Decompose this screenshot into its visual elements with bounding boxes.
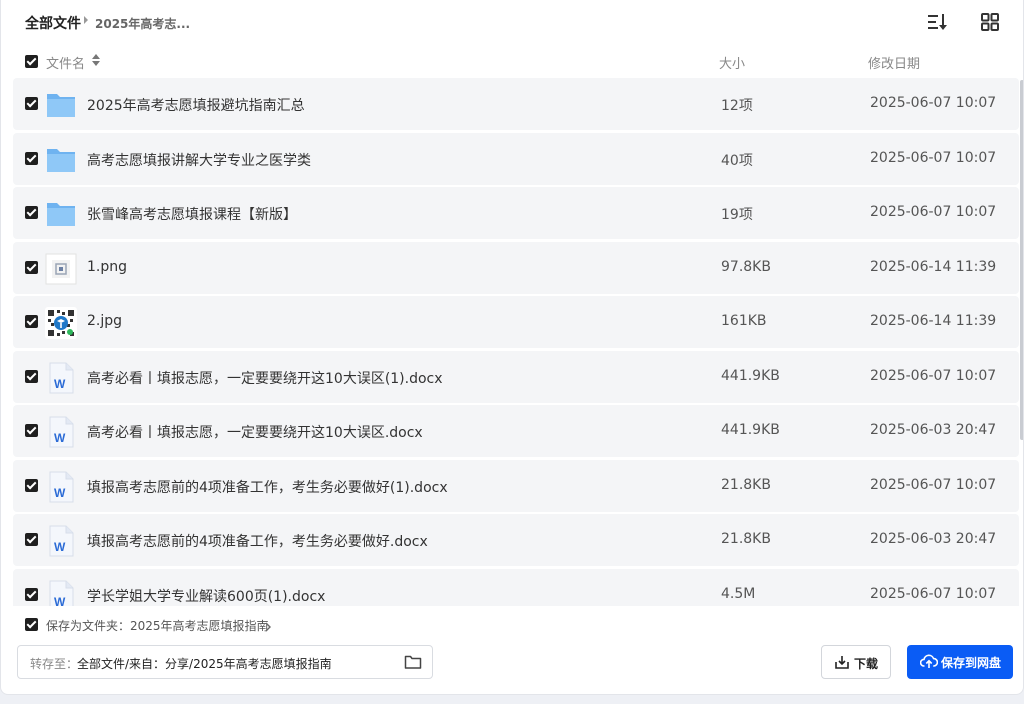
sort-icon[interactable] bbox=[925, 10, 949, 34]
file-row[interactable]: W 学长学姐大学专业解读600页(1).docx 4.5M 2025-06-07 10… bbox=[13, 568, 1019, 607]
save-to-drive-label: 保存到网盘 bbox=[941, 656, 1002, 670]
word-doc-icon: W bbox=[45, 471, 77, 503]
file-row-checkbox[interactable] bbox=[25, 369, 38, 383]
column-size-header: 大小 bbox=[719, 57, 746, 72]
svg-text:W: W bbox=[54, 595, 66, 607]
file-modified-date: 2025-06-07 10:07 bbox=[870, 585, 997, 602]
share-file-panel: 全部文件 2025年高考志... 文件名 大小 修改日期 2025年高考志愿填报… bbox=[0, 0, 1024, 695]
save-as-folder-checkbox[interactable] bbox=[25, 618, 38, 631]
file-row[interactable]: 1.png 97.8KB 2025-06-14 11:39 bbox=[13, 241, 1019, 294]
scrollbar-thumb[interactable] bbox=[1020, 80, 1023, 440]
file-name[interactable]: 高考必看丨填报志愿，一定要要绕开这10大误区(1).docx bbox=[87, 368, 443, 388]
column-name-header[interactable]: 文件名 bbox=[46, 53, 85, 72]
file-modified-date: 2025-06-07 10:07 bbox=[870, 149, 997, 166]
file-size: 12项 bbox=[721, 98, 753, 114]
file-row-checkbox[interactable] bbox=[25, 424, 38, 437]
file-row[interactable]: 高考志愿填报讲解大学专业之医学类 40项 2025-06-07 10:07 bbox=[13, 132, 1019, 185]
file-name[interactable]: 填报高考志愿前的4项准备工作，考生务必要做好(1).docx bbox=[87, 477, 448, 497]
file-name[interactable]: 高考必看丨填报志愿，一定要要绕开这10大误区.docx bbox=[87, 422, 423, 442]
svg-text:W: W bbox=[54, 540, 66, 554]
file-modified-date: 2025-06-03 20:47 bbox=[870, 531, 997, 547]
file-modified-date: 2025-06-07 10:07 bbox=[870, 95, 997, 111]
file-size: 19项 bbox=[721, 207, 753, 223]
file-row[interactable]: 张雪峰高考志愿填报课程【新版】 19项 2025-06-07 10:07 bbox=[13, 187, 1019, 239]
file-size: 441.9KB bbox=[721, 422, 780, 438]
file-name[interactable]: 张雪峰高考志愿填报课程【新版】 bbox=[87, 204, 297, 224]
file-modified-date: 2025-06-03 20:47 bbox=[870, 422, 997, 438]
file-row[interactable]: W 填报高考志愿前的4项准备工作，考生务必要做好(1).docx 21.8KB 202… bbox=[13, 459, 1019, 512]
file-size: 441.9KB bbox=[721, 367, 780, 384]
word-doc-icon: W bbox=[45, 416, 77, 448]
file-size: 161KB bbox=[721, 313, 767, 329]
svg-text:W: W bbox=[54, 377, 66, 391]
column-date-header: 修改日期 bbox=[868, 57, 921, 72]
chevron-right-icon[interactable] bbox=[265, 620, 271, 636]
cloud-upload-icon bbox=[920, 654, 938, 668]
file-row-checkbox[interactable] bbox=[25, 315, 38, 328]
folder-icon bbox=[45, 89, 77, 121]
svg-text:W: W bbox=[54, 486, 66, 500]
file-modified-date: 2025-06-07 10:07 bbox=[870, 204, 997, 220]
file-size: 21.8KB bbox=[721, 476, 771, 493]
breadcrumb-separator-icon bbox=[84, 16, 88, 24]
word-doc-icon: W bbox=[45, 580, 77, 607]
file-name[interactable]: 1.png bbox=[87, 259, 127, 275]
download-label: 下载 bbox=[854, 657, 879, 671]
svg-text:W: W bbox=[54, 431, 66, 445]
file-name[interactable]: 2025年高考志愿填报避坑指南汇总 bbox=[87, 95, 305, 115]
file-modified-date: 2025-06-07 10:07 bbox=[870, 476, 997, 493]
file-row[interactable]: W 高考必看丨填报志愿，一定要要绕开这10大误区.docx 441.9KB 2025-… bbox=[13, 405, 1019, 457]
file-row-checkbox[interactable] bbox=[25, 97, 38, 110]
folder-outline-icon[interactable] bbox=[404, 654, 422, 674]
file-list: 2025年高考志愿填报避坑指南汇总 12项 2025-06-07 10:07 高考志愿… bbox=[13, 78, 1019, 606]
save-as-folder-label[interactable]: 保存为文件夹：2025年高考志愿填报指南 bbox=[46, 617, 269, 634]
breadcrumb-current: 2025年高考志... bbox=[95, 17, 191, 31]
file-name[interactable]: 填报高考志愿前的4项准备工作，考生务必要做好.docx bbox=[87, 531, 428, 551]
download-icon bbox=[835, 656, 849, 669]
save-to-drive-button[interactable]: 保存到网盘 bbox=[907, 645, 1013, 679]
download-button[interactable]: 下载 bbox=[821, 645, 891, 679]
file-size: 21.8KB bbox=[721, 531, 771, 547]
file-row[interactable]: W 填报高考志愿前的4项准备工作，考生务必要做好.docx 21.8KB 2025-0… bbox=[13, 514, 1019, 566]
file-size: 4.5M bbox=[721, 585, 756, 602]
file-row-checkbox[interactable] bbox=[25, 151, 38, 165]
file-row[interactable]: W 高考必看丨填报志愿，一定要要绕开这10大误区(1).docx 441.9KB 20… bbox=[13, 350, 1019, 403]
folder-icon bbox=[45, 198, 77, 230]
file-row-checkbox[interactable] bbox=[25, 260, 38, 274]
file-size: 40项 bbox=[721, 152, 753, 169]
file-row[interactable]: 2025年高考志愿填报避坑指南汇总 12项 2025-06-07 10:07 bbox=[13, 78, 1019, 130]
file-row-checkbox[interactable] bbox=[25, 587, 38, 601]
save-path-value: 全部文件/来自：分享/2025年高考志愿填报指南 bbox=[77, 657, 332, 671]
file-row-checkbox[interactable] bbox=[25, 533, 38, 546]
word-doc-icon: W bbox=[45, 362, 77, 394]
save-path-field[interactable]: 转存至： 全部文件/来自：分享/2025年高考志愿填报指南 bbox=[17, 645, 433, 679]
save-path-label: 转存至： bbox=[30, 657, 79, 671]
file-row[interactable]: 2.jpg 161KB 2025-06-14 11:39 bbox=[13, 296, 1019, 348]
file-modified-date: 2025-06-14 11:39 bbox=[870, 258, 997, 275]
file-name[interactable]: 高考志愿填报讲解大学专业之医学类 bbox=[87, 150, 311, 170]
select-all-checkbox[interactable] bbox=[25, 55, 38, 68]
top-bar: 全部文件 2025年高考志... bbox=[1, 0, 1023, 44]
file-name[interactable]: 学长学姐大学专业解读600页(1).docx bbox=[87, 586, 325, 606]
file-row-checkbox[interactable] bbox=[25, 206, 38, 219]
breadcrumb-root[interactable]: 全部文件 bbox=[25, 13, 81, 33]
file-name[interactable]: 2.jpg bbox=[87, 313, 122, 329]
sort-toggle-icon[interactable] bbox=[92, 54, 100, 70]
image-thumbnail-icon bbox=[45, 253, 77, 285]
file-modified-date: 2025-06-14 11:39 bbox=[870, 313, 997, 329]
file-size: 97.8KB bbox=[721, 258, 771, 275]
qr-code-thumbnail-icon bbox=[45, 307, 77, 339]
folder-icon bbox=[45, 144, 77, 176]
file-row-checkbox[interactable] bbox=[25, 478, 38, 492]
grid-view-icon[interactable] bbox=[978, 10, 1002, 34]
word-doc-icon: W bbox=[45, 525, 77, 557]
file-modified-date: 2025-06-07 10:07 bbox=[870, 367, 997, 384]
list-header: 文件名 大小 修改日期 bbox=[1, 48, 1023, 76]
